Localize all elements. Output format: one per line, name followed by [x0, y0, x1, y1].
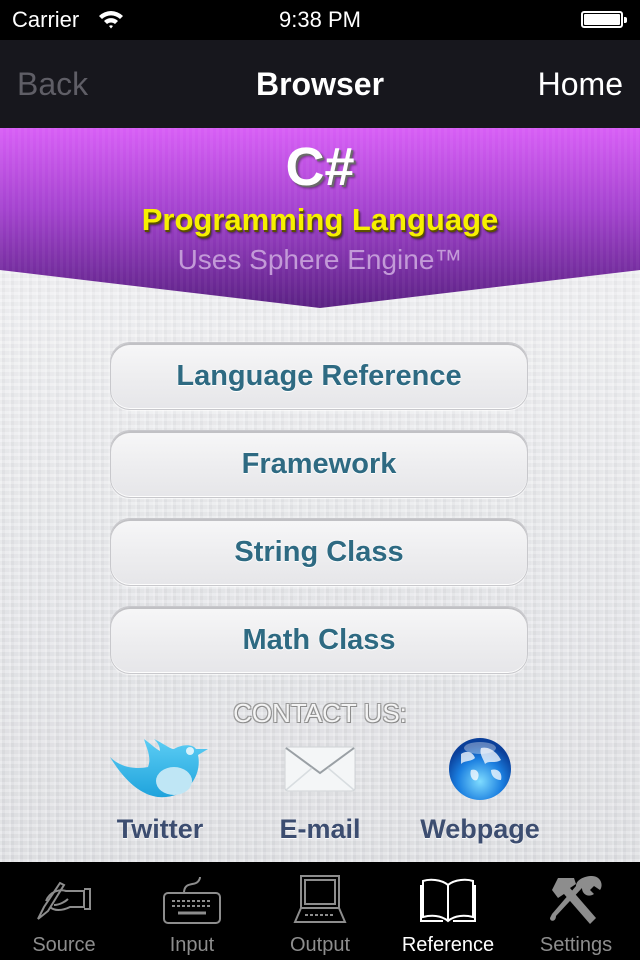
hammer-wrench-icon — [512, 872, 640, 928]
twitter-link[interactable]: Twitter — [80, 734, 240, 854]
email-label: E-mail — [279, 814, 361, 844]
contact-heading: CONTACT US: — [233, 698, 407, 728]
content-area: C# Programming Language Uses Sphere Engi… — [0, 128, 640, 862]
header-banner: C# Programming Language Uses Sphere Engi… — [0, 128, 640, 310]
tab-bar: Source Input Output Reference Settings — [0, 862, 640, 960]
tab-output-label: Output — [289, 934, 351, 956]
tab-reference[interactable]: Reference — [384, 862, 512, 960]
tab-input[interactable]: Input — [128, 862, 256, 960]
tab-input-label: Input — [169, 934, 215, 956]
tab-settings[interactable]: Settings — [512, 862, 640, 960]
clock: 9:38 PM — [279, 7, 361, 32]
email-link[interactable]: E-mail — [240, 734, 400, 854]
banner-tagline: Uses Sphere Engine™ — [177, 244, 463, 275]
open-book-icon — [384, 872, 512, 928]
tab-source-label: Source — [32, 934, 96, 956]
envelope-icon — [240, 734, 400, 804]
webpage-link[interactable]: Webpage — [400, 734, 560, 854]
tab-settings-label: Settings — [539, 934, 613, 956]
webpage-label: Webpage — [420, 814, 540, 844]
globe-icon — [400, 734, 560, 804]
tab-output[interactable]: Output — [256, 862, 384, 960]
back-button[interactable]: Back — [17, 66, 88, 103]
language-reference-button[interactable]: Language Reference — [110, 342, 528, 410]
computer-terminal-icon — [256, 872, 384, 928]
battery-full-icon — [581, 11, 627, 28]
string-class-button[interactable]: String Class — [110, 518, 528, 586]
tab-reference-label: Reference — [401, 934, 495, 956]
home-button[interactable]: Home — [538, 66, 623, 103]
banner-subtitle: Programming Language — [141, 202, 499, 237]
navigation-bar: Back Browser Home — [0, 40, 640, 128]
tab-source[interactable]: Source — [0, 862, 128, 960]
twitter-label: Twitter — [116, 814, 204, 844]
status-bar: Carrier 9:38 PM — [0, 0, 640, 40]
math-class-button[interactable]: Math Class — [110, 606, 528, 674]
keyboard-icon — [128, 872, 256, 928]
twitter-bird-icon — [80, 734, 240, 804]
framework-button[interactable]: Framework — [110, 430, 528, 498]
hand-writing-icon — [0, 872, 128, 928]
language-title: C# — [285, 137, 355, 197]
